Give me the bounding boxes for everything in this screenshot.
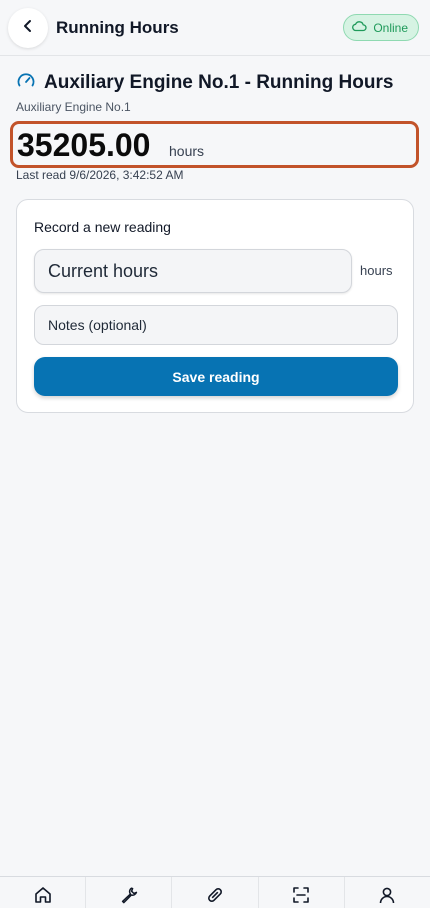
wrench-icon	[119, 885, 139, 908]
nav-item-supplies[interactable]	[172, 877, 259, 908]
hours-suffix-label: hours	[360, 263, 393, 278]
cloud-icon	[352, 20, 367, 35]
top-app-bar: Running Hours Online	[0, 0, 430, 56]
chevron-left-icon	[20, 18, 36, 39]
current-reading-unit: hours	[169, 143, 205, 159]
online-status-badge: Online	[343, 14, 419, 41]
current-hours-input[interactable]	[34, 249, 352, 293]
nav-item-home[interactable]	[0, 877, 87, 908]
online-status-label: Online	[373, 20, 408, 35]
notes-input[interactable]	[34, 305, 398, 345]
last-read-timestamp: Last read 9/6/2026, 3:42:52 AM	[16, 168, 184, 182]
current-reading-value: 35205.00	[17, 127, 151, 163]
save-reading-button[interactable]: Save reading	[34, 357, 398, 396]
nav-item-maintenance[interactable]	[86, 877, 173, 908]
equipment-name: Auxiliary Engine No.1	[16, 100, 131, 114]
page-header-title: Running Hours	[56, 18, 179, 37]
app-root: Running Hours Online Auxiliary Engine No…	[0, 0, 430, 908]
new-reading-card: Record a new reading hours Save reading	[16, 199, 414, 413]
nav-item-profile[interactable]	[345, 877, 430, 908]
home-icon	[33, 885, 53, 908]
nav-item-scan[interactable]	[259, 877, 345, 908]
user-icon	[377, 885, 397, 908]
pill-icon	[205, 885, 225, 908]
gauge-icon	[16, 71, 36, 96]
meter-title-row: Auxiliary Engine No.1 - Running Hours	[16, 72, 393, 94]
back-button[interactable]	[8, 8, 48, 48]
meter-title: Auxiliary Engine No.1 - Running Hours	[44, 72, 394, 93]
scan-icon	[291, 885, 311, 908]
new-reading-card-title: Record a new reading	[34, 219, 171, 235]
bottom-navigation	[0, 876, 430, 908]
